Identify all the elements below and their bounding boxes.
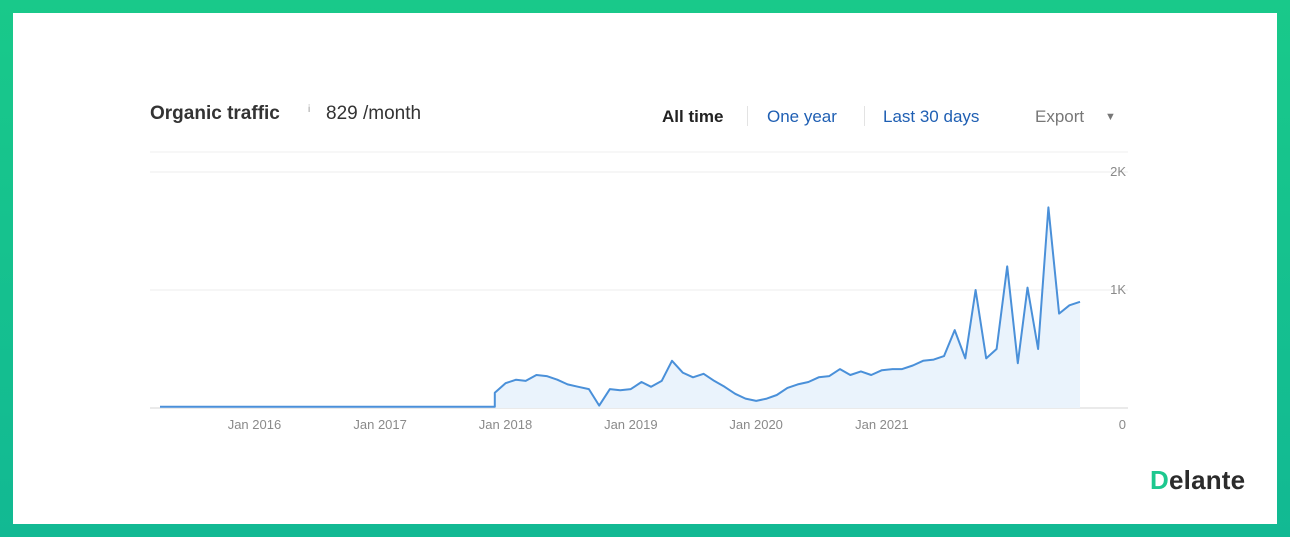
delante-logo: Delante xyxy=(1150,465,1245,496)
x-tick-label: Jan 2017 xyxy=(353,417,407,432)
export-button[interactable]: Export xyxy=(1035,107,1084,127)
x-tick-label: Jan 2019 xyxy=(604,417,658,432)
x-tick-label: Jan 2016 xyxy=(228,417,282,432)
range-one-year[interactable]: One year xyxy=(767,107,837,127)
chevron-down-icon[interactable]: ▼ xyxy=(1105,111,1116,123)
series-area xyxy=(160,207,1080,408)
chart-title: Organic traffic xyxy=(150,103,280,124)
range-all-time[interactable]: All time xyxy=(662,107,723,127)
range-last-30-days[interactable]: Last 30 days xyxy=(883,107,979,127)
traffic-chart: 2K 1K 0 Jan 2016 Jan 2017 Jan 2018 Jan 2019 Jan… xyxy=(150,151,1128,432)
traffic-value: 829 /month xyxy=(326,103,422,124)
x-tick-label: Jan 2020 xyxy=(729,417,783,432)
x-tick-label: Jan 2018 xyxy=(479,417,532,432)
y-tick-label: 1K xyxy=(1110,282,1126,297)
y-tick-label: 2K xyxy=(1110,164,1126,179)
chart-header: Organic traffic i 829 /month All time On… xyxy=(150,100,1120,130)
x-tick-label: Jan 2021 xyxy=(855,417,909,432)
logo-text: elante xyxy=(1168,465,1246,495)
info-icon[interactable]: i xyxy=(308,104,310,115)
y-tick-label: 0 xyxy=(1119,417,1126,432)
range-divider xyxy=(747,106,748,126)
range-divider xyxy=(864,106,865,126)
logo-letter-d: D xyxy=(1150,465,1169,495)
